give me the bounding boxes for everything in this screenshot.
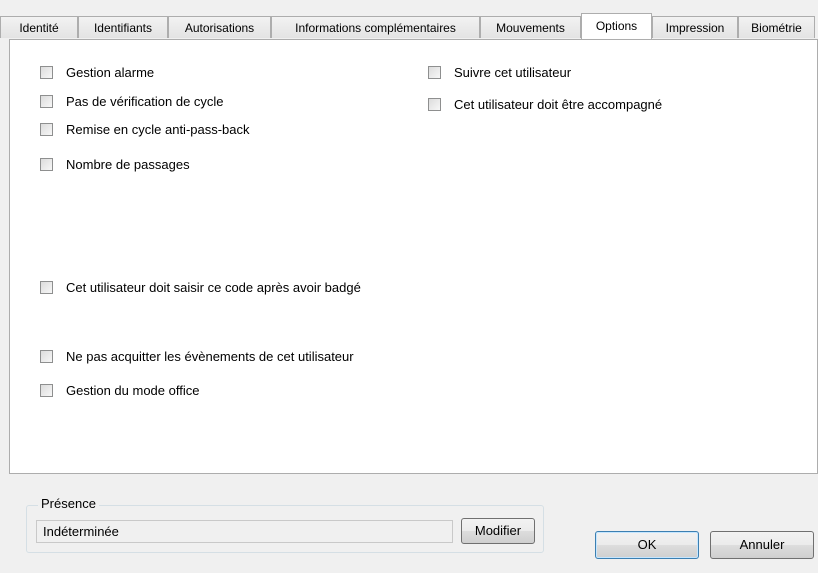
ok-button[interactable]: OK xyxy=(595,531,699,559)
tab-informations-complementaires[interactable]: Informations complémentaires xyxy=(271,16,480,38)
checkbox-box[interactable] xyxy=(40,384,53,397)
tab-bar: Identité Identifiants Autorisations Info… xyxy=(0,13,818,39)
checkbox-ne-pas-acquitter[interactable]: Ne pas acquitter les évènements de cet u… xyxy=(40,349,354,364)
checkbox-label: Suivre cet utilisateur xyxy=(454,65,572,80)
checkbox-suivre-utilisateur[interactable]: Suivre cet utilisateur xyxy=(428,65,571,80)
checkbox-code-apres-badge[interactable]: Cet utilisateur doit saisir ce code aprè… xyxy=(40,280,361,295)
tab-identite[interactable]: Identité xyxy=(0,16,78,38)
checkbox-label: Cet utilisateur doit saisir ce code aprè… xyxy=(66,280,361,295)
checkbox-nombre-passages[interactable]: Nombre de passages xyxy=(40,157,190,172)
presence-legend: Présence xyxy=(38,496,99,511)
checkbox-box[interactable] xyxy=(40,66,53,79)
checkbox-label: Cet utilisateur doit être accompagné xyxy=(454,97,663,112)
tab-mouvements[interactable]: Mouvements xyxy=(480,16,581,38)
checkbox-mode-office[interactable]: Gestion du mode office xyxy=(40,383,199,398)
tab-autorisations[interactable]: Autorisations xyxy=(168,16,271,38)
checkbox-box[interactable] xyxy=(40,95,53,108)
checkbox-label: Pas de vérification de cycle xyxy=(66,94,224,109)
checkbox-gestion-alarme[interactable]: Gestion alarme xyxy=(40,65,154,80)
tab-impression[interactable]: Impression xyxy=(652,16,738,38)
checkbox-box[interactable] xyxy=(40,281,53,294)
checkbox-box[interactable] xyxy=(428,66,441,79)
checkbox-label: Gestion alarme xyxy=(66,65,155,80)
checkbox-box[interactable] xyxy=(40,158,53,171)
checkbox-label: Remise en cycle anti-pass-back xyxy=(66,122,250,137)
checkbox-label: Gestion du mode office xyxy=(66,383,200,398)
tab-biometrie[interactable]: Biométrie xyxy=(738,16,815,38)
checkbox-box[interactable] xyxy=(428,98,441,111)
tab-identifiants[interactable]: Identifiants xyxy=(78,16,168,38)
checkbox-label: Nombre de passages xyxy=(66,157,190,172)
checkbox-utilisateur-accompagne[interactable]: Cet utilisateur doit être accompagné xyxy=(428,97,662,112)
checkbox-label: Ne pas acquitter les évènements de cet u… xyxy=(66,349,354,364)
checkbox-remise-cycle-antipassback[interactable]: Remise en cycle anti-pass-back xyxy=(40,122,250,137)
checkbox-box[interactable] xyxy=(40,123,53,136)
checkbox-box[interactable] xyxy=(40,350,53,363)
checkbox-pas-verification-cycle[interactable]: Pas de vérification de cycle xyxy=(40,94,224,109)
presence-value-field: Indéterminée xyxy=(36,520,453,543)
cancel-button[interactable]: Annuler xyxy=(710,531,814,559)
modify-button[interactable]: Modifier xyxy=(461,518,535,544)
tab-options[interactable]: Options xyxy=(581,13,652,39)
